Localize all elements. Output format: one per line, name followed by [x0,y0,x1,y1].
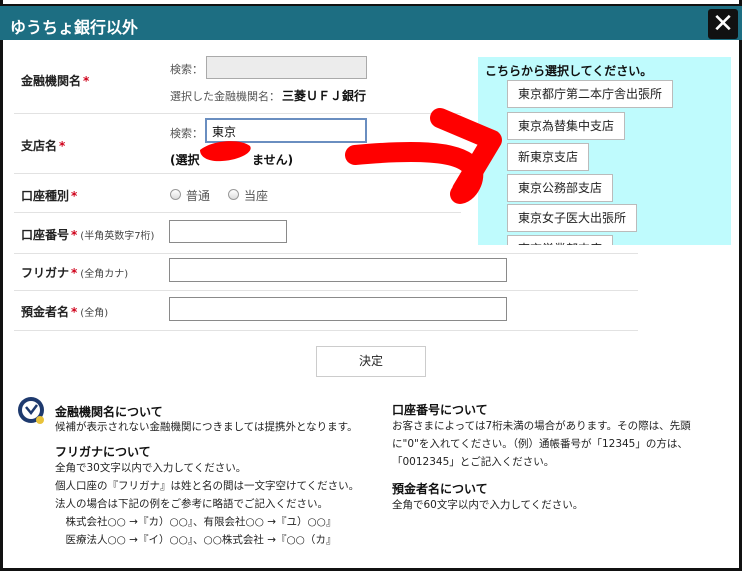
info-furigana-line: 個人口座の『フリガナ』は姓と名の間は一文字空けてください。 [55,480,360,492]
info-bank-text: 候補が表示されない金融機関につきましては提携外となります。 [55,421,358,433]
info-furigana-heading: フリガナについて [55,445,151,459]
submit-button[interactable]: 決定 [316,346,426,377]
info-holder-text: 全角で60文字以内で入力してください。 [392,499,584,511]
info-furigana-line: 全角で30文字以内で入力してください。 [55,462,247,474]
info-number-heading: 口座番号について [392,403,488,417]
info-number-line: 「0012345」とご記入ください。 [392,456,555,468]
info-number-line: に"0"を入れてください。（例）通帳番号が「12345」の方は、 [392,438,688,450]
info-furigana-line: 株式会社○○ →『カ）○○』、有限会社○○ →『ユ）○○』 [55,516,337,528]
info-holder-heading: 預金者名について [392,482,488,496]
red-scribble [200,141,251,162]
info-number-line: お客さまによっては7桁未満の場合があります。その際は、先頭 [392,420,691,432]
info-icon [18,397,44,424]
info-furigana-line: 医療法人○○ →『イ）○○』、○○株式会社 →『○○（カ』 [55,534,337,546]
info-furigana-line: 法人の場合は下記の例をご参考に略語でご記入ください。 [55,498,328,510]
